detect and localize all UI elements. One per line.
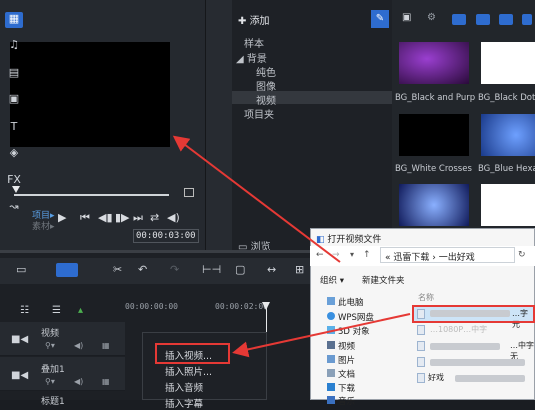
arrow-to-preview xyxy=(172,135,341,263)
annotation-arrows xyxy=(172,135,411,358)
arrow-to-menu xyxy=(232,313,411,358)
